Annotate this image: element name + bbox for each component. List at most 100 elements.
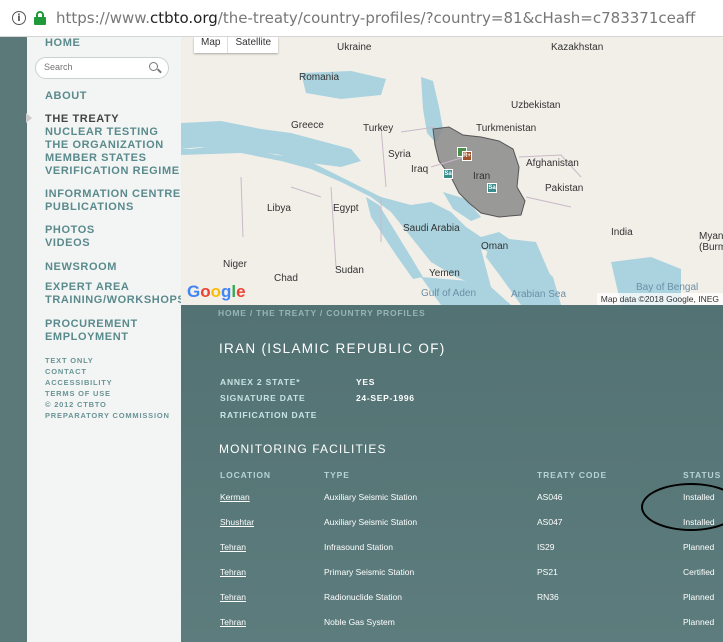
station-marker-s-icon[interactable]: Sa [487,183,497,193]
map-label-arabian-sea: Arabian Sea [511,289,567,300]
sidebar-item-home[interactable]: HOME [45,37,80,50]
facility-type: Primary Seismic Station [324,567,415,577]
map-label-india: India [611,227,633,238]
left-page-margin [0,37,27,642]
facility-status: Planned [683,542,715,552]
page-title: IRAN (ISLAMIC REPUBLIC OF) [219,341,446,356]
facility-type: Auxiliary Seismic Station [324,517,418,527]
country-map[interactable]: Map Satellite Ukraine Kazakhstan Romania… [181,37,723,305]
map-label-egypt: Egypt [333,203,359,214]
map-label-pakistan: Pakistan [545,183,584,194]
column-header-type: TYPE [324,470,350,480]
annotation-circle [641,483,723,531]
column-header-treaty-code: TREATY CODE [537,470,608,480]
sidebar-item-publications[interactable]: PUBLICATIONS [45,201,134,214]
footer-organization: PREPARATORY COMMISSION [45,411,170,420]
url-text[interactable]: https://www.ctbto.org/the-treaty/country… [56,9,696,27]
footer-link-terms-of-use[interactable]: TERMS OF USE [45,388,111,399]
sidebar: HOME ABOUT THE TREATY NUCLEAR TESTING TH… [27,37,185,642]
map-type-satellite-button[interactable]: Satellite [227,37,278,53]
map-label-libya: Libya [267,203,291,214]
map-attribution[interactable]: Map data ©2018 Google, INEG [596,293,723,305]
station-marker-r-icon[interactable]: R+ [462,151,472,161]
facility-type: Radionuclide Station [324,592,402,602]
map-label-sudan: Sudan [335,265,364,276]
facility-location-link[interactable]: Kerman [220,492,250,502]
facility-status: Certified [683,567,715,577]
sidebar-item-the-treaty[interactable]: THE TREATY [45,113,119,126]
sidebar-item-member-states[interactable]: MEMBER STATES [45,152,147,165]
active-item-caret-icon [26,113,32,123]
footer-link-accessibility[interactable]: ACCESSIBILITY [45,377,113,388]
facility-code: PS21 [537,567,558,577]
sidebar-item-expert-area[interactable]: EXPERT AREA [45,281,129,294]
map-label-chad: Chad [274,273,298,284]
map-label-bay-of-bengal: Bay of Bengal [636,282,699,293]
search-box[interactable] [35,57,169,79]
sidebar-item-about[interactable]: ABOUT [45,90,87,103]
country-profile: HOME / THE TREATY / COUNTRY PROFILES IRA… [181,305,723,642]
facility-location-link[interactable]: Shushtar [220,517,254,527]
sidebar-item-verification-regime[interactable]: VERIFICATION REGIME [45,165,180,178]
map-label-oman: Oman [481,241,509,252]
facility-code: IS29 [537,542,555,552]
signature-date-label: SIGNATURE DATE [220,393,306,403]
map-label-burma: (Burm [699,242,723,253]
map-label-iran: Iran [473,171,491,182]
signature-date-value: 24-SEP-1996 [356,393,415,403]
sidebar-item-employment[interactable]: EMPLOYMENT [45,331,129,344]
map-label-greece: Greece [291,120,324,131]
annex-label: ANNEX 2 STATE* [220,377,301,387]
station-marker-s-icon[interactable]: Sa [443,169,453,179]
facility-location-link[interactable]: Tehran [220,542,246,552]
sidebar-item-videos[interactable]: VIDEOS [45,237,90,250]
map-label-turkmenistan: Turkmenistan [476,123,537,134]
facilities-heading: MONITORING FACILITIES [219,442,387,456]
map-label-saudi-arabia: Saudi Arabia [403,223,460,234]
footer-link-text-only[interactable]: TEXT ONLY [45,355,94,366]
map-label-yemen: Yemen [429,268,460,279]
map-label-afghanistan: Afghanistan [526,158,579,169]
map-type-control[interactable]: Map Satellite [194,37,279,53]
sidebar-item-information-centre[interactable]: INFORMATION CENTRE [45,188,181,201]
sidebar-item-newsroom[interactable]: NEWSROOM [45,261,117,274]
url-scheme: https://www. [56,9,150,27]
facility-status: Planned [683,592,715,602]
breadcrumb[interactable]: HOME / THE TREATY / COUNTRY PROFILES [218,308,425,318]
map-label-myanmar: Myanm [699,231,723,242]
url-domain: ctbto.org [149,9,218,27]
facility-type: Auxiliary Seismic Station [324,492,418,502]
map-label-gulf-of-aden: Gulf of Aden [421,288,477,299]
facility-location-link[interactable]: Tehran [220,592,246,602]
sidebar-item-the-organization[interactable]: THE ORGANIZATION [45,139,164,152]
facility-location-link[interactable]: Tehran [220,567,246,577]
facility-type: Noble Gas System [324,617,395,627]
lock-icon [34,11,46,25]
column-header-location: LOCATION [220,470,271,480]
annex-value: YES [356,377,376,387]
footer-copyright: © 2012 CTBTO [45,400,107,409]
search-icon[interactable] [149,62,158,71]
address-bar[interactable]: i https://www.ctbto.org/the-treaty/count… [0,0,723,37]
map-label-uzbekistan: Uzbekistan [511,100,561,111]
map-label-romania: Romania [299,72,340,83]
facility-type: Infrasound Station [324,542,393,552]
google-logo: Google [187,282,246,301]
map-label-kazakhstan: Kazakhstan [551,42,604,53]
info-icon[interactable]: i [12,11,26,25]
footer-link-contact[interactable]: CONTACT [45,366,87,377]
sidebar-item-training-workshops[interactable]: TRAINING/WORKSHOPS [45,294,185,307]
sidebar-item-nuclear-testing[interactable]: NUCLEAR TESTING [45,126,159,139]
url-path: /the-treaty/country-profiles/?country=81… [217,9,696,27]
sidebar-item-procurement[interactable]: PROCUREMENT [45,318,138,331]
ratification-date-label: RATIFICATION DATE [220,410,318,420]
map-label-turkey: Turkey [363,123,394,134]
facility-status: Planned [683,617,715,627]
column-header-status: STATUS [683,470,722,480]
search-input[interactable] [44,62,144,72]
facility-code: RN36 [537,592,559,602]
map-type-map-button[interactable]: Map [194,37,227,53]
facility-location-link[interactable]: Tehran [220,617,246,627]
facility-code: AS046 [537,492,563,502]
sidebar-item-photos[interactable]: PHOTOS [45,224,95,237]
